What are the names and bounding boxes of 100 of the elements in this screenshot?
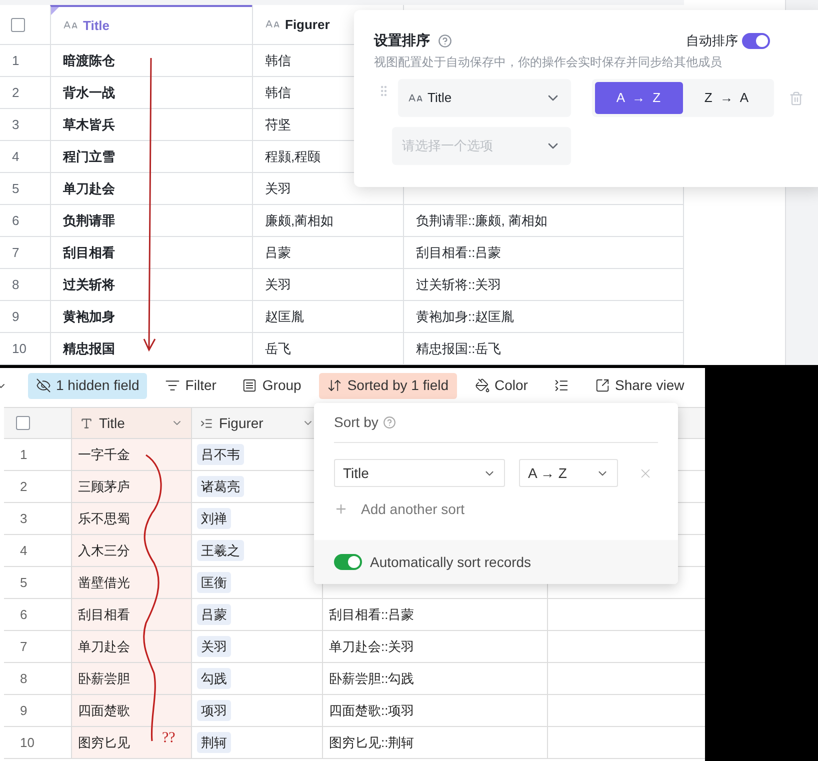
external-link-icon bbox=[594, 378, 610, 393]
toolbar-button[interactable]: Group bbox=[234, 372, 310, 398]
row-number: 5 bbox=[11, 180, 20, 198]
plus-icon bbox=[334, 502, 348, 516]
row-number: 1 bbox=[11, 52, 20, 70]
table-cell: 黄袍加身 bbox=[50, 301, 252, 332]
table-cell: 赵匡胤 bbox=[252, 301, 403, 332]
table-cell: 单刀赴会::关羽 bbox=[322, 631, 548, 662]
person-tag: 吕不韦 bbox=[197, 444, 244, 466]
lookup-field-icon bbox=[200, 416, 213, 430]
table-cell: 精忠报国::岳飞 bbox=[403, 333, 684, 364]
table-cell: 程门立雪 bbox=[50, 141, 252, 172]
person-tag: 吕蒙 bbox=[197, 604, 231, 626]
table-cell: 黄袍加身::赵匡胤 bbox=[403, 301, 684, 332]
table-cell: 卧薪尝胆 bbox=[71, 663, 191, 694]
table-cell: 单刀赴会 bbox=[50, 173, 252, 204]
toolbar-button[interactable]: Share view bbox=[586, 372, 692, 398]
table-cell: 乐不思蜀 bbox=[71, 503, 191, 534]
toggle-label: Automatically sort records bbox=[370, 552, 532, 572]
row-height-icon bbox=[554, 378, 569, 393]
table-cell: 四面楚歌 bbox=[71, 695, 191, 726]
row-number: 10 bbox=[11, 340, 28, 358]
table-cell: 三顾茅庐 bbox=[71, 471, 191, 502]
table-cell: 图穷匕见::荆轲 bbox=[322, 727, 548, 758]
table-cell: 凿壁借光 bbox=[71, 567, 191, 598]
table-cell: 卧薪尝胆::勾践 bbox=[322, 663, 548, 694]
person-tag: 王羲之 bbox=[197, 540, 244, 562]
row-number: 4 bbox=[11, 148, 20, 166]
sort-field-select[interactable]: Title bbox=[334, 459, 505, 487]
checkbox[interactable] bbox=[16, 416, 30, 430]
row-number: 6 bbox=[19, 606, 28, 624]
table-cell: 精忠报国 bbox=[50, 333, 252, 364]
table-cell: 背水一战 bbox=[50, 77, 252, 108]
person-tag: 荆轲 bbox=[197, 732, 231, 754]
table-cell: 入木三分 bbox=[71, 535, 191, 566]
toolbar-button[interactable]: 1 hidden field bbox=[28, 372, 148, 398]
help-icon[interactable] bbox=[438, 34, 452, 48]
checkbox[interactable] bbox=[11, 18, 25, 32]
person-tag: 关羽 bbox=[197, 636, 231, 658]
row-number: 10 bbox=[19, 734, 36, 752]
auto-sort-toggle[interactable] bbox=[742, 32, 770, 48]
table-cell: 刮目相看::吕蒙 bbox=[322, 599, 548, 630]
help-icon[interactable] bbox=[383, 416, 396, 429]
table-cell: 暗渡陈仓 bbox=[50, 45, 252, 76]
table-cell: 吕蒙 bbox=[252, 237, 403, 268]
person-tag: 诸葛亮 bbox=[197, 476, 244, 498]
toolbar-button[interactable]: Color bbox=[466, 372, 536, 398]
annotation-text: ?? bbox=[162, 731, 176, 746]
row-number: 9 bbox=[11, 308, 20, 326]
text-field-icon bbox=[80, 416, 93, 430]
person-tag: 刘禅 bbox=[197, 508, 231, 530]
column-header[interactable]: Title bbox=[71, 408, 191, 438]
list-icon bbox=[242, 378, 258, 393]
corner-marker-icon bbox=[51, 7, 59, 15]
table-cell: 岳飞 bbox=[252, 333, 403, 364]
row-number: 9 bbox=[19, 702, 28, 720]
table-cell: 廉颇,蔺相如 bbox=[252, 205, 403, 236]
row-number: 2 bbox=[19, 478, 28, 496]
delete-icon[interactable] bbox=[789, 90, 804, 106]
row-number: 1 bbox=[19, 446, 28, 464]
table-cell: 负荆请罪 bbox=[50, 205, 252, 236]
row-number: 7 bbox=[19, 638, 28, 656]
sort-direction-option[interactable]: Z → A bbox=[683, 82, 772, 114]
row-number: 3 bbox=[11, 116, 20, 134]
paint-bucket-icon bbox=[474, 378, 490, 393]
person-tag: 项羽 bbox=[197, 700, 231, 722]
auto-sort-toggle[interactable] bbox=[334, 554, 362, 570]
toolbar-button[interactable]: Sorted by 1 field bbox=[319, 372, 457, 398]
add-sort-button[interactable]: Add another sort bbox=[334, 497, 465, 521]
filter-icon bbox=[165, 378, 180, 393]
table-cell: 关羽 bbox=[252, 269, 403, 300]
row-number: 2 bbox=[11, 84, 20, 102]
person-tag: 匡衡 bbox=[197, 572, 231, 594]
popover-title: Sort by bbox=[334, 413, 378, 432]
row-number: 7 bbox=[11, 244, 20, 262]
table-cell: 刮目相看::吕蒙 bbox=[403, 237, 684, 268]
eye-off-icon bbox=[36, 378, 51, 393]
row-number: 4 bbox=[19, 542, 28, 560]
sort-icon bbox=[327, 378, 342, 393]
toggle-label: 自动排序 bbox=[686, 32, 738, 50]
table-cell: 四面楚歌::项羽 bbox=[322, 695, 548, 726]
sort-field-select[interactable]: Title bbox=[398, 79, 572, 117]
table-cell: 一字千金 bbox=[71, 439, 191, 470]
row-number: 8 bbox=[11, 276, 20, 294]
toolbar-button[interactable]: Filter bbox=[157, 372, 224, 398]
table-cell: 草木皆兵 bbox=[50, 109, 252, 140]
person-tag: 勾践 bbox=[197, 668, 231, 690]
table-cell: 单刀赴会 bbox=[71, 631, 191, 662]
table-cell: 过关斩将::关羽 bbox=[403, 269, 684, 300]
table-cell: 刮目相看 bbox=[50, 237, 252, 268]
table-cell: 负荆请罪::廉颇, 蔺相如 bbox=[403, 205, 684, 236]
row-number: 6 bbox=[11, 212, 20, 230]
sort-direction-option[interactable]: A → Z bbox=[595, 82, 684, 114]
row-number: 8 bbox=[19, 670, 28, 688]
column-header[interactable]: Title bbox=[50, 5, 252, 44]
sort-direction-select[interactable]: A → Z bbox=[519, 459, 618, 487]
table-cell: 过关斩将 bbox=[50, 269, 252, 300]
table-cell: 刮目相看 bbox=[71, 599, 191, 630]
row-number: 3 bbox=[19, 510, 28, 528]
row-number: 5 bbox=[19, 574, 28, 592]
